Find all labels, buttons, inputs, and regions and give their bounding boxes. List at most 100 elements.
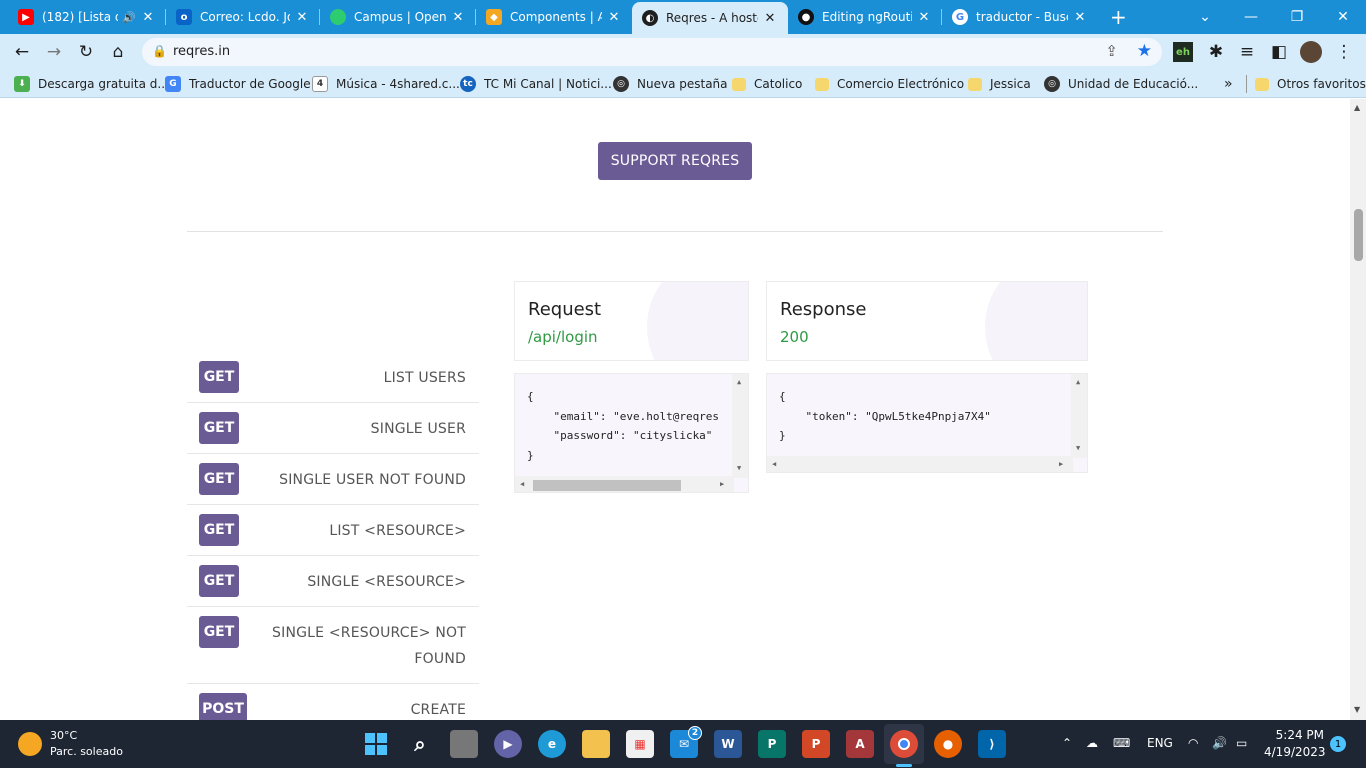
weather-desc[interactable]: Parc. soleado	[50, 745, 123, 758]
endpoint-list-resource[interactable]: GET LIST <RESOURCE>	[187, 505, 479, 556]
tab-reqres[interactable]: ◐ Reqres - A hoste ✕	[632, 2, 788, 34]
bookmark-star-icon[interactable]: ★	[1137, 41, 1152, 61]
page-scrollbar[interactable]: ▲ ▼	[1350, 99, 1366, 720]
tab-google[interactable]: G traductor - Busc ✕	[942, 0, 1098, 34]
teams-button[interactable]: ▶	[494, 730, 522, 758]
profile-avatar[interactable]	[1300, 41, 1322, 63]
scroll-up-icon[interactable]: ▲	[1354, 103, 1360, 112]
restore-button[interactable]: ❐	[1274, 0, 1320, 34]
bookmark-folder[interactable]: Catolico	[732, 75, 802, 93]
tab-github[interactable]: ● Editing ngRoutin ✕	[788, 0, 942, 34]
endpoint-single-resource[interactable]: GET SINGLE <RESOURCE>	[187, 556, 479, 607]
media-control-icon[interactable]: ≡	[1235, 40, 1259, 64]
volume-icon[interactable]: 🔊	[1212, 736, 1227, 750]
publisher-button[interactable]: P	[758, 730, 786, 758]
vertical-scrollbar[interactable]: ▲ ▼	[1071, 374, 1087, 458]
close-icon[interactable]: ✕	[294, 10, 310, 25]
language-indicator[interactable]: ENG	[1147, 736, 1173, 750]
access-button[interactable]: A	[846, 730, 874, 758]
scroll-thumb[interactable]	[533, 480, 681, 491]
chevron-up-icon[interactable]: ⌃	[1062, 736, 1072, 750]
close-icon[interactable]: ✕	[1072, 10, 1088, 25]
bookmark-item[interactable]: tc TC Mi Canal | Notici...	[460, 75, 612, 93]
close-icon[interactable]: ✕	[606, 10, 622, 25]
close-icon[interactable]: ✕	[762, 11, 778, 26]
edge-button[interactable]: e	[538, 730, 566, 758]
url-text[interactable]: reqres.in	[173, 44, 230, 59]
mail-button[interactable]: ✉ 2	[670, 726, 702, 758]
scroll-down-icon[interactable]: ▼	[1076, 444, 1080, 452]
scroll-down-icon[interactable]: ▼	[737, 464, 741, 472]
clock-date[interactable]: 4/19/2023	[1264, 745, 1326, 759]
tab-search-button[interactable]: ⌄	[1182, 0, 1228, 34]
vertical-scrollbar[interactable]: ▲ ▼	[732, 374, 748, 478]
menu-icon[interactable]: ⋮	[1332, 40, 1356, 64]
scroll-up-icon[interactable]: ▲	[1076, 378, 1080, 386]
response-body[interactable]: { "token": "QpwL5tke4Pnpja7X4" } ▲ ▼ ◀ ▶	[766, 373, 1088, 473]
reload-button[interactable]: ↻	[74, 40, 98, 64]
start-button[interactable]	[362, 730, 390, 758]
powerpoint-button[interactable]: P	[802, 730, 830, 758]
bookmarks-overflow-button[interactable]: »	[1224, 75, 1233, 93]
bookmark-item[interactable]: G Traductor de Google	[165, 75, 311, 93]
share-icon[interactable]: ⇪	[1105, 42, 1118, 60]
file-explorer-button[interactable]	[582, 730, 610, 758]
forward-button[interactable]: →	[42, 40, 66, 64]
minimize-button[interactable]: —	[1228, 0, 1274, 34]
lock-icon[interactable]: 🔒	[152, 44, 167, 58]
weather-icon[interactable]	[18, 732, 42, 756]
back-button[interactable]: ←	[10, 40, 34, 64]
weather-temp[interactable]: 30°C	[50, 729, 77, 742]
support-reqres-button[interactable]: SUPPORT REQRES	[598, 142, 752, 180]
close-window-button[interactable]: ✕	[1320, 0, 1366, 34]
scroll-left-icon[interactable]: ◀	[772, 460, 776, 468]
battery-icon[interactable]: ▭	[1236, 736, 1247, 750]
new-tab-button[interactable]: +	[1104, 0, 1136, 34]
tab-components[interactable]: ◆ Components | Ar ✕	[476, 0, 632, 34]
task-view-button[interactable]	[450, 730, 478, 758]
chrome-button[interactable]	[890, 730, 918, 758]
word-button[interactable]: W	[714, 730, 742, 758]
eh-extension-icon[interactable]: eh	[1173, 42, 1193, 62]
extensions-icon[interactable]: ✱	[1204, 40, 1228, 64]
horizontal-scrollbar[interactable]: ◀ ▶	[515, 476, 734, 492]
speaker-icon[interactable]: 🔊	[122, 11, 136, 24]
request-body[interactable]: { "email": "eve.holt@reqres "password": …	[514, 373, 749, 493]
tab-youtube[interactable]: ▶ (182) [Lista d 🔊 ✕	[8, 0, 166, 34]
store-button[interactable]: ▦	[626, 730, 654, 758]
scroll-up-icon[interactable]: ▲	[737, 378, 741, 386]
onedrive-icon[interactable]: ☁	[1086, 736, 1098, 750]
bookmark-item[interactable]: ◎ Unidad de Educació...	[1044, 75, 1198, 93]
endpoint-list-users[interactable]: GET LIST USERS	[187, 352, 479, 403]
tab-outlook[interactable]: o Correo: Lcdo. Jos ✕	[166, 0, 320, 34]
address-bar[interactable]: 🔒 reqres.in ⇪ ★	[142, 38, 1162, 66]
scroll-right-icon[interactable]: ▶	[720, 480, 724, 488]
bookmark-item[interactable]: ⬇ Descarga gratuita d...	[14, 75, 169, 93]
clock-time[interactable]: 5:24 PM	[1268, 728, 1324, 742]
close-icon[interactable]: ✕	[140, 10, 156, 25]
endpoint-create[interactable]: POST CREATE	[187, 684, 479, 720]
scroll-thumb[interactable]	[1354, 209, 1363, 261]
wifi-icon[interactable]: ◠	[1188, 736, 1198, 750]
side-panel-icon[interactable]: ◧	[1267, 40, 1291, 64]
notification-badge[interactable]: 1	[1330, 736, 1346, 752]
firefox-button[interactable]: ●	[934, 730, 962, 758]
tab-campus[interactable]: Campus | OpenB ✕	[320, 0, 476, 34]
bookmark-folder[interactable]: Comercio Electrónico	[815, 75, 964, 93]
close-icon[interactable]: ✕	[916, 10, 932, 25]
endpoint-single-resource-not-found[interactable]: GET SINGLE <RESOURCE> NOT FOUND	[187, 607, 479, 684]
keyboard-icon[interactable]: ⌨	[1113, 736, 1130, 750]
other-bookmarks-folder[interactable]: Otros favoritos	[1246, 75, 1366, 93]
endpoint-single-user[interactable]: GET SINGLE USER	[187, 403, 479, 454]
bookmark-item[interactable]: 4 Música - 4shared.c...	[312, 75, 460, 93]
scroll-left-icon[interactable]: ◀	[520, 480, 524, 488]
close-icon[interactable]: ✕	[450, 10, 466, 25]
scroll-down-icon[interactable]: ▼	[1354, 705, 1360, 714]
scroll-right-icon[interactable]: ▶	[1059, 460, 1063, 468]
home-button[interactable]: ⌂	[106, 40, 130, 64]
search-button[interactable]: ⌕	[406, 730, 434, 758]
bookmark-folder[interactable]: Jessica	[968, 75, 1031, 93]
bookmark-item[interactable]: ◎ Nueva pestaña	[613, 75, 728, 93]
endpoint-single-user-not-found[interactable]: GET SINGLE USER NOT FOUND	[187, 454, 479, 505]
vscode-button[interactable]: ⟩	[978, 730, 1006, 758]
